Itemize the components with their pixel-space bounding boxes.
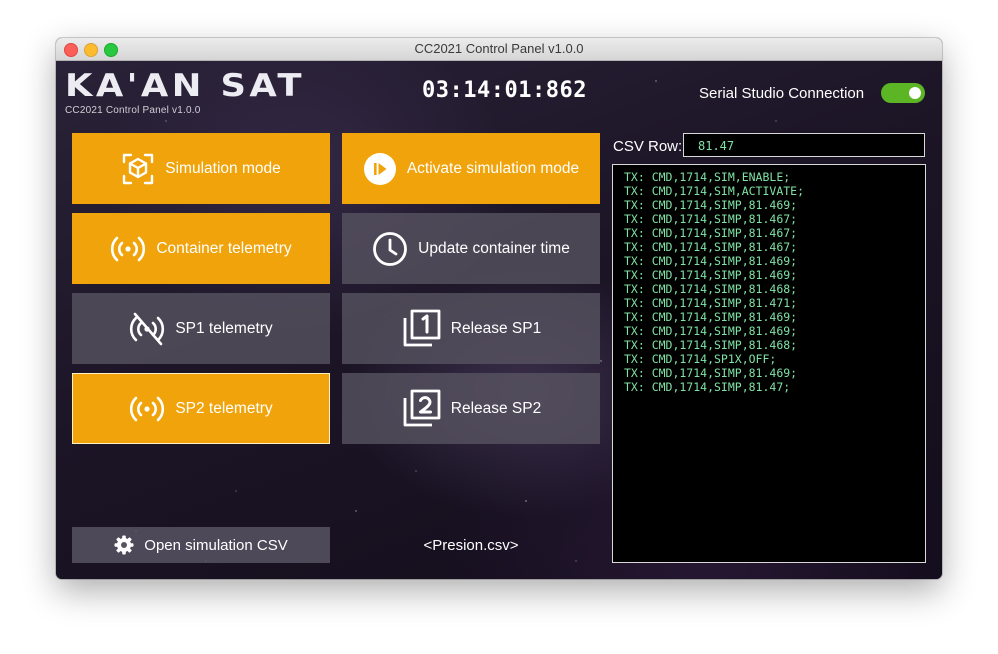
container-telemetry-label: Container telemetry	[156, 239, 292, 257]
console-line: TX: CMD,1714,SIMP,81.469;	[624, 310, 798, 324]
gear-icon	[114, 535, 134, 555]
release-sp2-label: Release SP2	[450, 399, 542, 417]
console-line: TX: CMD,1714,SIMP,81.469;	[624, 324, 798, 338]
console-line: TX: CMD,1714,SIMP,81.467;	[624, 240, 798, 254]
console-line: TX: CMD,1714,SIMP,81.469;	[624, 198, 798, 212]
console-line: TX: CMD,1714,SIMP,81.468;	[624, 282, 798, 296]
console-line: TX: CMD,1714,SP1X,OFF;	[624, 352, 777, 366]
console-line: TX: CMD,1714,SIMP,81.467;	[624, 212, 798, 226]
simulation-mode-label: Simulation mode	[165, 159, 281, 177]
console-line: TX: CMD,1714,SIMP,81.469;	[624, 268, 798, 282]
console-line: TX: CMD,1714,SIMP,81.469;	[624, 366, 798, 380]
sp2-telemetry-button[interactable]: SP2 telemetry	[72, 373, 330, 444]
minimize-window-button[interactable]	[84, 43, 98, 57]
sp2-telemetry-label: SP2 telemetry	[175, 399, 273, 417]
zoom-window-button[interactable]	[104, 43, 118, 57]
app-subtitle: CC2021 Control Panel v1.0.0	[65, 105, 201, 116]
mission-clock: 03:14:01:862	[422, 78, 587, 103]
console-line: TX: CMD,1714,SIMP,81.471;	[624, 296, 798, 310]
release-sp1-label: Release SP1	[450, 319, 542, 337]
toggle-knob	[909, 87, 921, 99]
container-telemetry-button[interactable]: Container telemetry	[72, 213, 330, 284]
console-line: TX: CMD,1714,SIM,ACTIVATE;	[624, 184, 805, 198]
main-content: KA'AN SAT CC2021 Control Panel v1.0.0 03…	[56, 61, 942, 579]
csv-row-label: CSV Row:	[613, 138, 683, 155]
serial-connection-toggle[interactable]	[881, 83, 925, 103]
title-bar: CC2021 Control Panel v1.0.0	[56, 38, 942, 61]
csv-file-name: <Presion.csv>	[423, 537, 519, 554]
console-line: TX: CMD,1714,SIMP,81.47;	[624, 380, 791, 394]
update-container-time-label: Update container time	[418, 239, 570, 257]
broadcast-icon	[129, 395, 165, 423]
activate-simulation-label: Activate simulation mode	[406, 159, 580, 177]
open-simulation-csv-button[interactable]: Open simulation CSV	[72, 527, 330, 563]
update-container-time-button[interactable]: Update container time	[342, 213, 600, 284]
kaan-sat-logo: KA'AN SAT	[65, 69, 305, 99]
sp1-telemetry-label: SP1 telemetry	[175, 319, 273, 337]
release-sp1-button[interactable]: Release SP1	[342, 293, 600, 364]
window-title: CC2021 Control Panel v1.0.0	[414, 41, 584, 56]
filter-1-icon	[401, 309, 441, 349]
simulation-mode-button[interactable]: Simulation mode	[72, 133, 330, 204]
console-line: TX: CMD,1714,SIMP,81.468;	[624, 338, 798, 352]
clock-icon	[372, 231, 408, 267]
broadcast-icon	[110, 235, 146, 263]
svg-text:KA'AN SAT: KA'AN SAT	[65, 69, 305, 99]
console-line: TX: CMD,1714,SIMP,81.469;	[624, 254, 798, 268]
filter-2-icon	[401, 389, 441, 429]
serial-console[interactable]: TX: CMD,1714,SIM,ENABLE; TX: CMD,1714,SIM…	[612, 164, 926, 563]
app-window: CC2021 Control Panel v1.0.0 KA'AN SAT CC…	[56, 38, 942, 579]
broadcast-off-icon	[129, 312, 165, 346]
console-line: TX: CMD,1714,SIM,ENABLE;	[624, 170, 791, 184]
cube-scan-icon	[121, 152, 155, 186]
csv-row-field[interactable]: 81.47	[683, 133, 925, 157]
release-sp2-button[interactable]: Release SP2	[342, 373, 600, 444]
activate-simulation-button[interactable]: Activate simulation mode	[342, 133, 600, 204]
close-window-button[interactable]	[64, 43, 78, 57]
open-simulation-csv-label: Open simulation CSV	[144, 536, 288, 554]
play-circle-icon	[363, 152, 397, 186]
serial-connection-label: Serial Studio Connection	[699, 85, 865, 102]
sp1-telemetry-button[interactable]: SP1 telemetry	[72, 293, 330, 364]
console-line: TX: CMD,1714,SIMP,81.467;	[624, 226, 798, 240]
